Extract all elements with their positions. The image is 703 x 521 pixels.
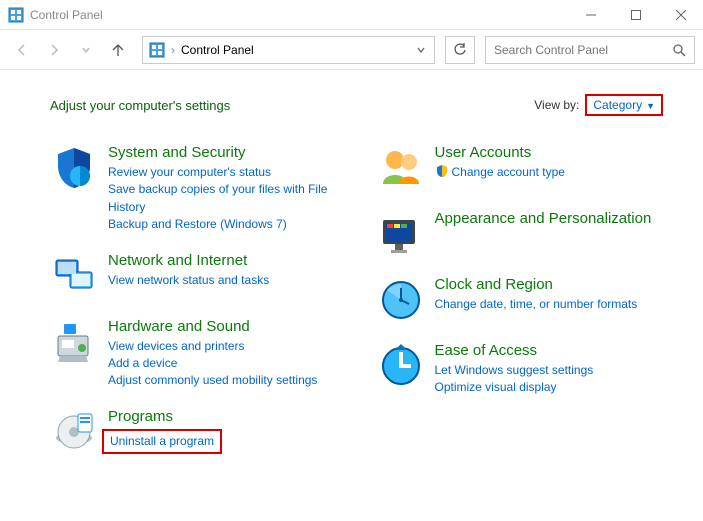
category-programs: Programs Uninstall a program — [50, 408, 337, 456]
titlebar: Control Panel — [0, 0, 703, 30]
view-by-highlight: Category ▼ — [585, 94, 663, 116]
page-heading: Adjust your computer's settings — [50, 98, 230, 113]
category-column-right: User Accounts Change account type Appearan… — [377, 144, 664, 474]
close-button[interactable] — [658, 0, 703, 30]
category-link[interactable]: Add a device — [108, 355, 337, 372]
view-by-dropdown[interactable]: Category ▼ — [593, 98, 655, 112]
category-body: System and Security Review your computer'… — [108, 144, 337, 234]
category-links: Change date, time, or number formats — [435, 296, 664, 313]
category-body: Clock and Region Change date, time, or nu… — [435, 276, 664, 324]
category-link[interactable]: Review your computer's status — [108, 164, 337, 181]
category-link[interactable]: Adjust commonly used mobility settings — [108, 372, 337, 389]
category-link[interactable]: Let Windows suggest settings — [435, 362, 664, 379]
search-icon[interactable] — [672, 43, 686, 57]
breadcrumb[interactable]: Control Panel — [181, 43, 254, 57]
forward-button[interactable] — [40, 36, 68, 64]
category-title[interactable]: Network and Internet — [108, 252, 337, 270]
category-link[interactable]: View network status and tasks — [108, 272, 337, 289]
recent-dropdown[interactable] — [72, 36, 100, 64]
category-link[interactable]: Uninstall a program — [110, 433, 214, 450]
category-ease: Ease of Access Let Windows suggest settin… — [377, 342, 664, 397]
view-by-control: View by: Category ▼ — [534, 94, 663, 116]
category-body: Ease of Access Let Windows suggest settin… — [435, 342, 664, 397]
view-by-value: Category — [593, 98, 642, 112]
app-icon — [8, 7, 24, 23]
category-column-left: System and Security Review your computer'… — [50, 144, 337, 474]
clock-icon[interactable] — [377, 276, 425, 324]
view-by-label: View by: — [534, 98, 579, 112]
category-links: View devices and printersAdd a deviceAdj… — [108, 338, 337, 390]
refresh-button[interactable] — [445, 36, 475, 64]
search-box[interactable] — [485, 36, 695, 64]
category-link[interactable]: View devices and printers — [108, 338, 337, 355]
category-body: Programs Uninstall a program — [108, 408, 337, 456]
address-bar[interactable]: › Control Panel — [142, 36, 435, 64]
category-network: Network and Internet View network status … — [50, 252, 337, 300]
category-links: Change account type — [435, 164, 664, 181]
window-controls — [568, 0, 703, 30]
back-button[interactable] — [8, 36, 36, 64]
network-icon[interactable] — [50, 252, 98, 300]
category-link[interactable]: Optimize visual display — [435, 379, 664, 396]
ease-icon[interactable] — [377, 342, 425, 390]
users-icon[interactable] — [377, 144, 425, 192]
minimize-button[interactable] — [568, 0, 613, 30]
maximize-button[interactable] — [613, 0, 658, 30]
category-links: Review your computer's statusSave backup… — [108, 164, 337, 234]
category-body: Network and Internet View network status … — [108, 252, 337, 300]
up-button[interactable] — [104, 36, 132, 64]
programs-icon[interactable] — [50, 408, 98, 456]
category-links: View network status and tasks — [108, 272, 337, 289]
chevron-down-icon[interactable] — [416, 45, 426, 55]
category-title[interactable]: Clock and Region — [435, 276, 664, 294]
category-link[interactable]: Change date, time, or number formats — [435, 296, 664, 313]
category-appearance: Appearance and Personalization — [377, 210, 664, 258]
category-title[interactable]: System and Security — [108, 144, 337, 162]
category-body: Appearance and Personalization — [435, 210, 664, 258]
window-title: Control Panel — [30, 8, 568, 22]
navigation-bar: › Control Panel — [0, 30, 703, 70]
appearance-icon[interactable] — [377, 210, 425, 258]
category-users: User Accounts Change account type — [377, 144, 664, 192]
category-link[interactable]: Backup and Restore (Windows 7) — [108, 216, 337, 233]
category-links: Let Windows suggest settingsOptimize vis… — [435, 362, 664, 397]
control-panel-icon — [149, 42, 165, 58]
category-title[interactable]: Programs — [108, 408, 337, 426]
category-title[interactable]: User Accounts — [435, 144, 664, 162]
category-body: User Accounts Change account type — [435, 144, 664, 192]
category-hardware: Hardware and Sound View devices and print… — [50, 318, 337, 390]
category-clock: Clock and Region Change date, time, or nu… — [377, 276, 664, 324]
category-body: Hardware and Sound View devices and print… — [108, 318, 337, 390]
search-input[interactable] — [494, 43, 686, 57]
category-title[interactable]: Ease of Access — [435, 342, 664, 360]
category-link[interactable]: Save backup copies of your files with Fi… — [108, 181, 337, 216]
category-link[interactable]: Change account type — [435, 164, 664, 181]
category-title[interactable]: Appearance and Personalization — [435, 210, 664, 228]
category-links: Uninstall a program — [108, 428, 337, 454]
shield-icon[interactable] — [50, 144, 98, 192]
hardware-icon[interactable] — [50, 318, 98, 366]
category-shield: System and Security Review your computer'… — [50, 144, 337, 234]
category-title[interactable]: Hardware and Sound — [108, 318, 337, 336]
chevron-down-icon: ▼ — [646, 101, 655, 111]
category-grid: System and Security Review your computer'… — [50, 144, 663, 474]
content-area: Adjust your computer's settings View by:… — [0, 70, 703, 474]
highlight-uninstall: Uninstall a program — [102, 429, 222, 454]
breadcrumb-separator: › — [171, 43, 175, 57]
